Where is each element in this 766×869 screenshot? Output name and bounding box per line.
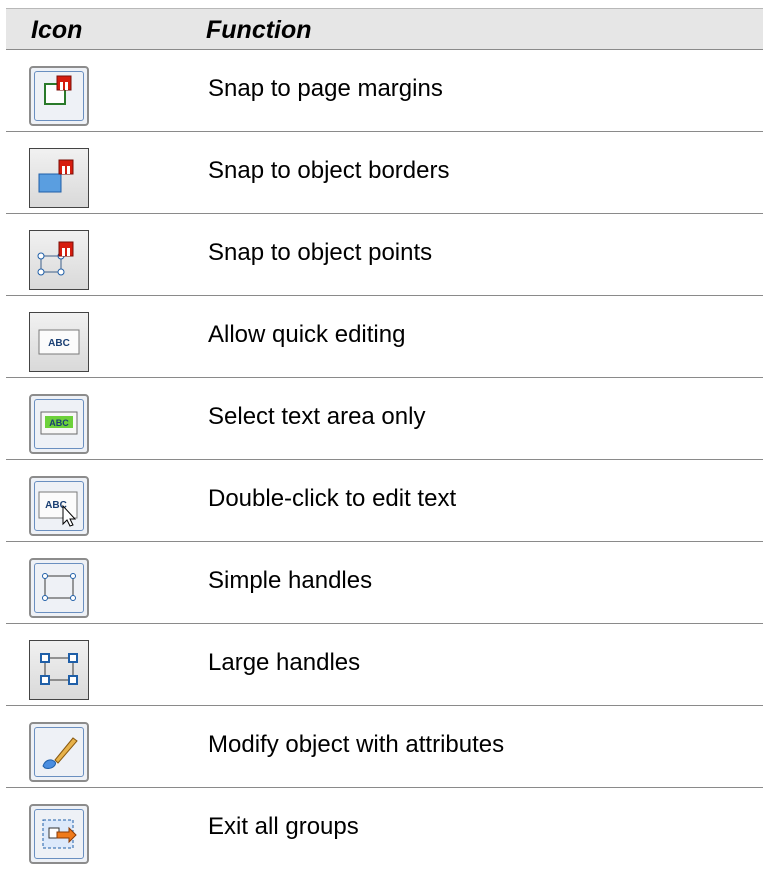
row-label: Snap to page margins [208, 75, 443, 102]
table-row: ABC Double-click to edit text [6, 460, 763, 542]
table-row: Large handles [6, 624, 763, 706]
row-label: Snap to object borders [208, 157, 450, 184]
table-row: Snap to object borders [6, 132, 763, 214]
table-row: ABC Allow quick editing [6, 296, 763, 378]
table-row: Simple handles [6, 542, 763, 624]
allow-quick-editing-icon: ABC [27, 310, 91, 374]
table-row: ABC Select text area only [6, 378, 763, 460]
row-label: Modify object with attributes [208, 731, 505, 758]
table-row: Exit all groups [6, 788, 763, 869]
abc-label: ABC [48, 338, 70, 349]
exit-all-groups-icon [27, 802, 91, 866]
simple-handles-icon [27, 556, 91, 620]
table-row: Snap to object points [6, 214, 763, 296]
row-label: Allow quick editing [208, 321, 406, 348]
table-row: Modify object with attributes [6, 706, 763, 788]
row-label: Large handles [208, 649, 361, 676]
modify-object-with-attributes-icon [27, 720, 91, 784]
row-label: Double-click to edit text [208, 485, 457, 512]
header-function: Function [206, 16, 312, 44]
row-label: Exit all groups [208, 813, 359, 840]
snap-to-object-points-icon [27, 228, 91, 292]
row-label: Simple handles [208, 567, 373, 594]
row-label: Select text area only [208, 403, 426, 430]
icon-function-table: Icon Function Snap to page margins Snap … [6, 8, 763, 869]
table-header: Icon Function [6, 8, 763, 50]
snap-to-page-margins-icon [27, 64, 91, 128]
select-text-area-only-icon: ABC [27, 392, 91, 456]
large-handles-icon [27, 638, 91, 702]
double-click-to-edit-text-icon: ABC [27, 474, 91, 538]
row-label: Snap to object points [208, 239, 433, 266]
table-row: Snap to page margins [6, 50, 763, 132]
abc-label: ABC [49, 418, 69, 428]
header-icon: Icon [31, 16, 83, 44]
snap-to-object-borders-icon [27, 146, 91, 210]
